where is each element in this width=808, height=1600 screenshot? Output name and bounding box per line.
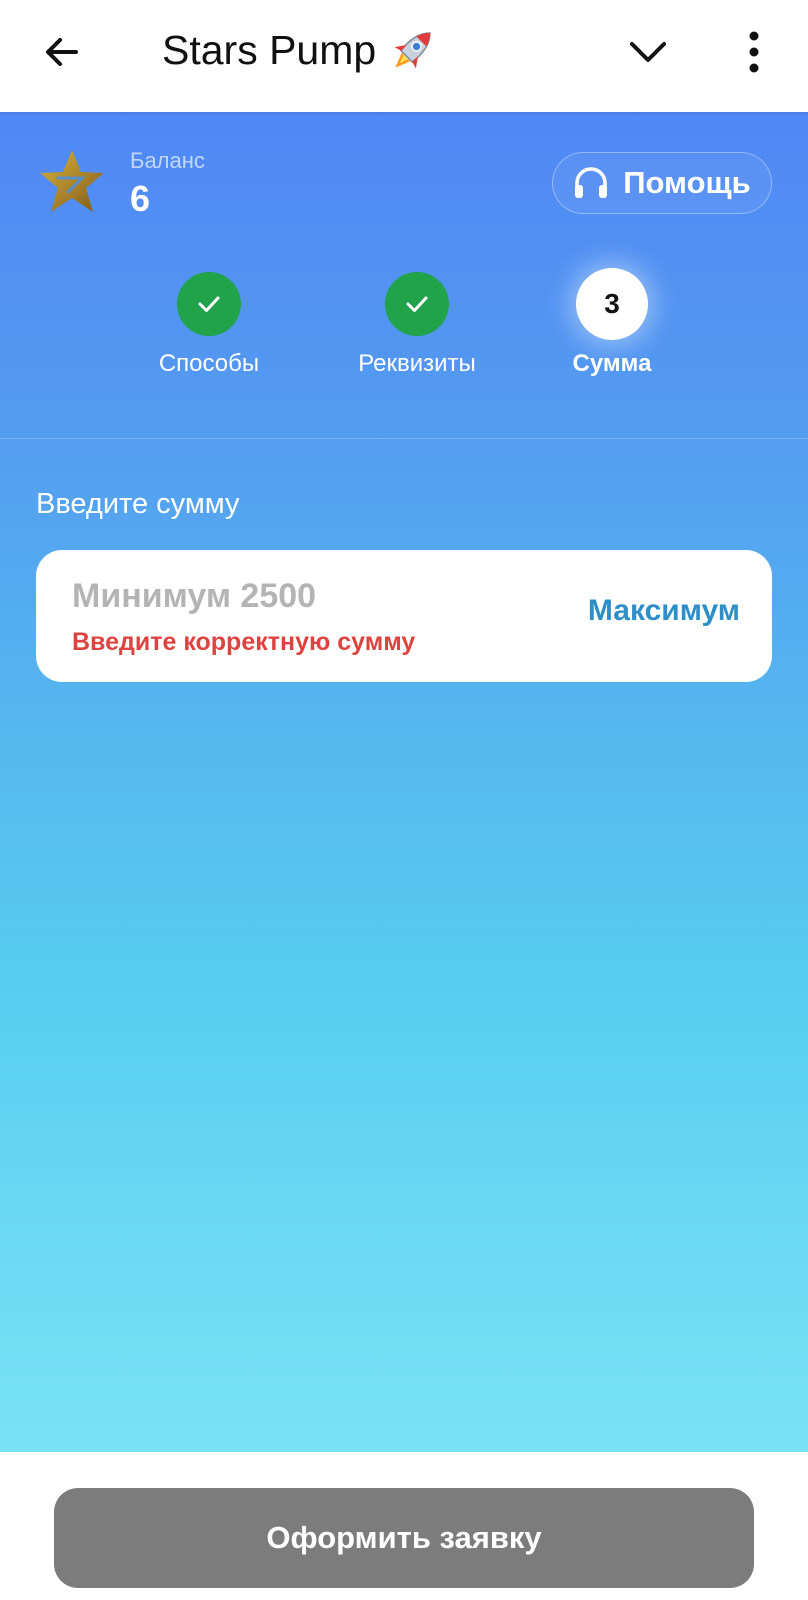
app-bar: Stars Pump bbox=[0, 0, 808, 112]
step-methods[interactable]: Способы bbox=[109, 272, 309, 378]
headphones-icon bbox=[575, 167, 608, 198]
balance-value: 6 bbox=[130, 178, 151, 219]
divider bbox=[0, 438, 808, 439]
check-icon bbox=[406, 296, 428, 312]
step-details-label: Реквизиты bbox=[358, 350, 476, 377]
help-button[interactable]: Помощь bbox=[552, 152, 772, 214]
step-amount[interactable]: 3 Сумма bbox=[512, 268, 712, 378]
amount-section-title: Введите сумму bbox=[36, 488, 240, 520]
help-label: Помощь bbox=[623, 165, 751, 200]
step-details-circle bbox=[385, 272, 449, 336]
check-icon bbox=[198, 296, 220, 312]
chevron-down-icon bbox=[630, 42, 666, 62]
submit-request-button[interactable]: Оформить заявку bbox=[54, 1488, 754, 1588]
step-amount-label: Сумма bbox=[572, 350, 652, 377]
arrow-left-icon bbox=[46, 38, 78, 66]
step-methods-circle bbox=[177, 272, 241, 336]
rocket-icon bbox=[394, 32, 431, 69]
step-details[interactable]: Реквизиты bbox=[317, 272, 517, 378]
step-amount-number: 3 bbox=[604, 288, 620, 319]
main-content: Баланс 6 Помощь Способы Реквизиты 3 Сумм… bbox=[0, 112, 808, 1452]
more-menu-button[interactable] bbox=[730, 24, 778, 80]
bottom-bar: Оформить заявку bbox=[0, 1452, 808, 1600]
step-amount-circle: 3 bbox=[576, 268, 648, 340]
step-methods-label: Способы bbox=[158, 350, 260, 377]
amount-input[interactable] bbox=[72, 574, 512, 618]
amount-error-text: Введите корректную сумму bbox=[72, 628, 416, 656]
app-title: Stars Pump bbox=[162, 22, 440, 78]
collapse-button[interactable] bbox=[620, 28, 676, 76]
app-title-text: Stars Pump bbox=[162, 27, 377, 73]
more-vertical-icon bbox=[749, 31, 759, 73]
max-amount-button[interactable]: Максимум bbox=[588, 594, 740, 628]
amount-card: Введите корректную сумму Максимум bbox=[36, 550, 772, 682]
star-icon bbox=[40, 150, 104, 212]
back-button[interactable] bbox=[38, 28, 86, 76]
balance-label: Баланс bbox=[130, 148, 205, 173]
